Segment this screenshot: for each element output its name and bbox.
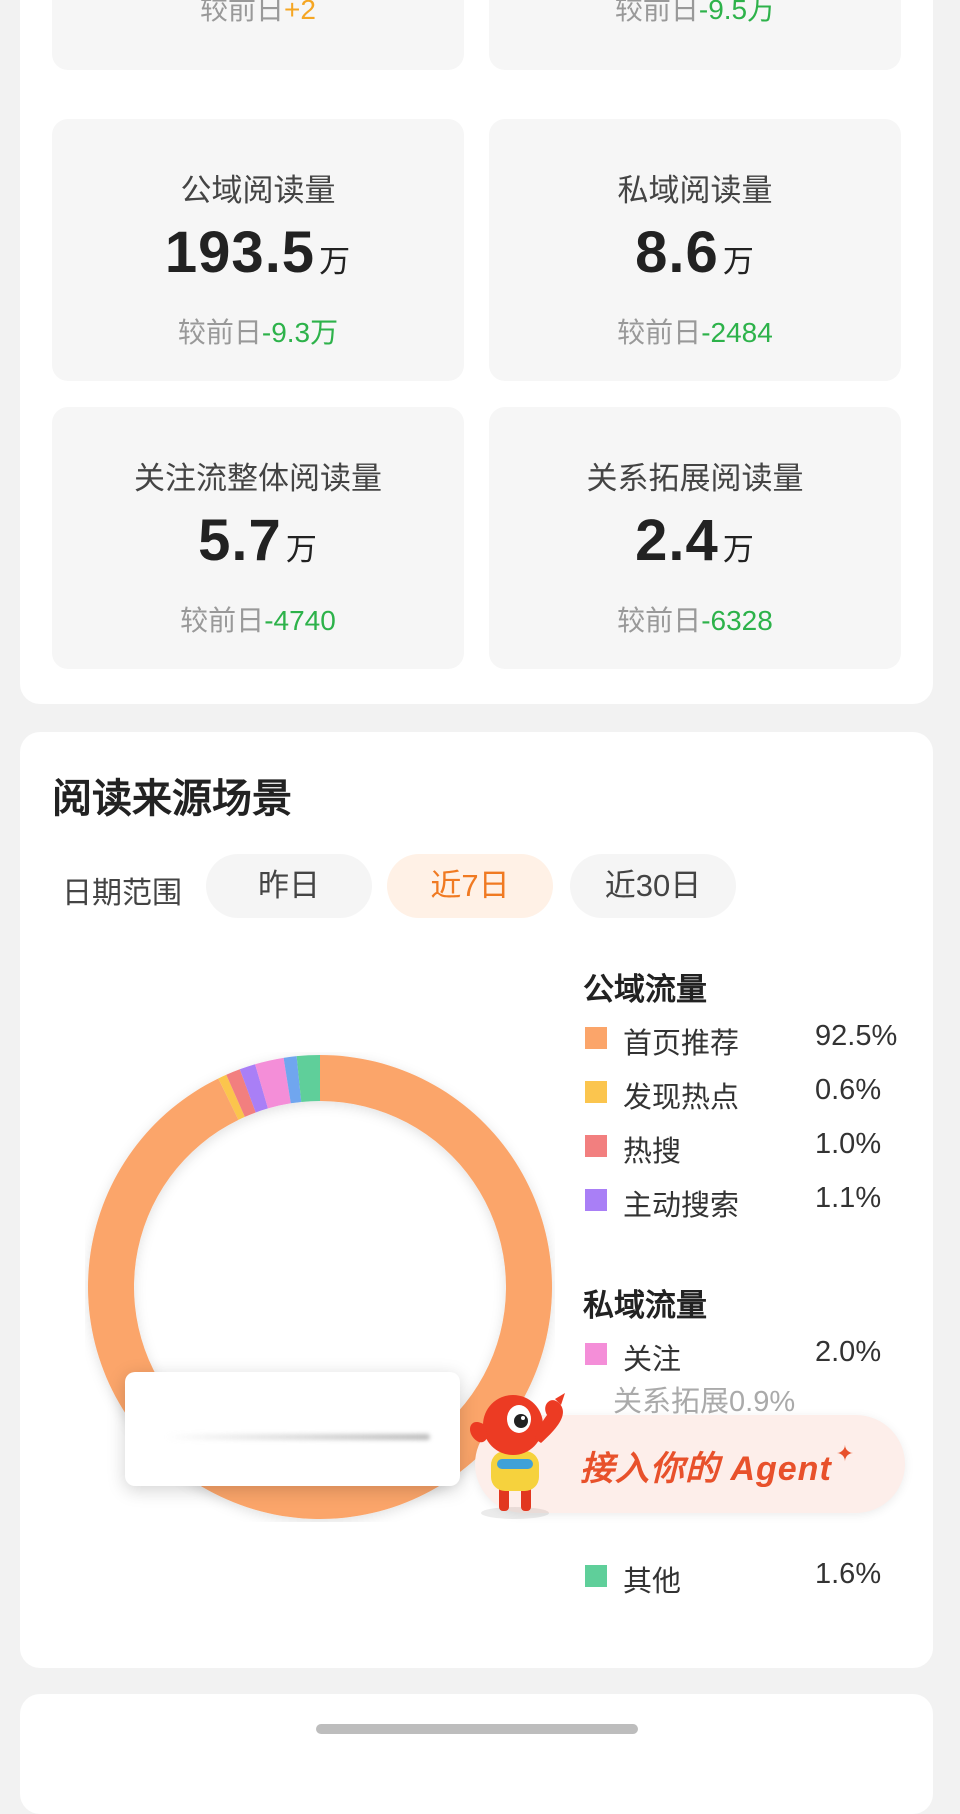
legend-swatch [585,1343,607,1365]
stat-delta: 较前日-9.3万 [177,317,339,348]
legend-item: 其他 1.6% [583,1556,923,1598]
date-range-label: 日期范围 [62,877,182,910]
stat-title: 私域阅读量 [617,173,773,208]
legend-swatch [585,1081,607,1103]
stat-card[interactable]: 较前日+2 [52,0,464,70]
legend-item: 关系拓展0.9% [613,1386,796,1418]
stat-value: 5.7 万 [198,508,318,573]
stat-delta: 较前日-4740 [180,605,336,636]
legend-item: 关注 2.0% [583,1334,923,1376]
overview-panel: 较前日+2 较前日-9.5万 公域阅读量 193.5 万 较前日-9.3万 私域阅… [20,0,933,704]
stat-card-private-reads[interactable]: 私域阅读量 8.6 万 较前日-2484 [489,119,901,381]
stat-title: 关系拓展阅读量 [586,461,804,496]
stat-delta: 较前日-2484 [617,317,773,348]
legend-swatch [585,1189,607,1211]
legend-group-private: 私域流量 [583,1288,707,1323]
stat-card[interactable]: 较前日-9.5万 [489,0,901,70]
stat-delta: 较前日-9.5万 [614,0,776,25]
legend-group-public: 公域流量 [583,972,707,1007]
range-chip-yesterday[interactable]: 昨日 [206,854,372,918]
legend-swatch [585,1135,607,1157]
stat-value: 2.4 万 [635,508,755,573]
legend-item: 首页推荐 92.5% [583,1018,923,1060]
chart-tooltip [125,1372,460,1486]
range-chip-7days[interactable]: 近7日 [387,854,553,918]
home-indicator[interactable] [316,1724,638,1734]
section-title: 阅读来源场景 [52,777,292,821]
legend-item: 主动搜索 1.1% [583,1180,923,1222]
stat-delta: 较前日-6328 [617,605,773,636]
stat-card-follow-feed-reads[interactable]: 关注流整体阅读量 5.7 万 较前日-4740 [52,407,464,669]
stat-card-relation-expand-reads[interactable]: 关系拓展阅读量 2.4 万 较前日-6328 [489,407,901,669]
stat-card-public-reads[interactable]: 公域阅读量 193.5 万 较前日-9.3万 [52,119,464,381]
range-chip-30days[interactable]: 近30日 [570,854,736,918]
stat-value: 8.6 万 [635,220,755,285]
agent-banner-label: 接入你的 Agent ✦ [580,1441,856,1488]
legend-item: 发现热点 0.6% [583,1072,923,1114]
tooltip-blurred-text [165,1434,430,1440]
legend-item: 热搜 1.0% [583,1126,923,1168]
reading-source-panel: 阅读来源场景 日期范围 昨日 近7日 近30日 公域流量 首页推荐 92.5% … [20,732,933,1668]
stat-title: 关注流整体阅读量 [134,461,382,496]
stat-value: 193.5 万 [164,220,352,285]
legend-swatch [585,1027,607,1049]
mascot-icon [470,1393,565,1519]
stat-title: 公域阅读量 [180,173,336,208]
next-section-panel [20,1694,933,1814]
stat-delta: 较前日+2 [200,0,316,25]
legend-swatch [585,1565,607,1587]
